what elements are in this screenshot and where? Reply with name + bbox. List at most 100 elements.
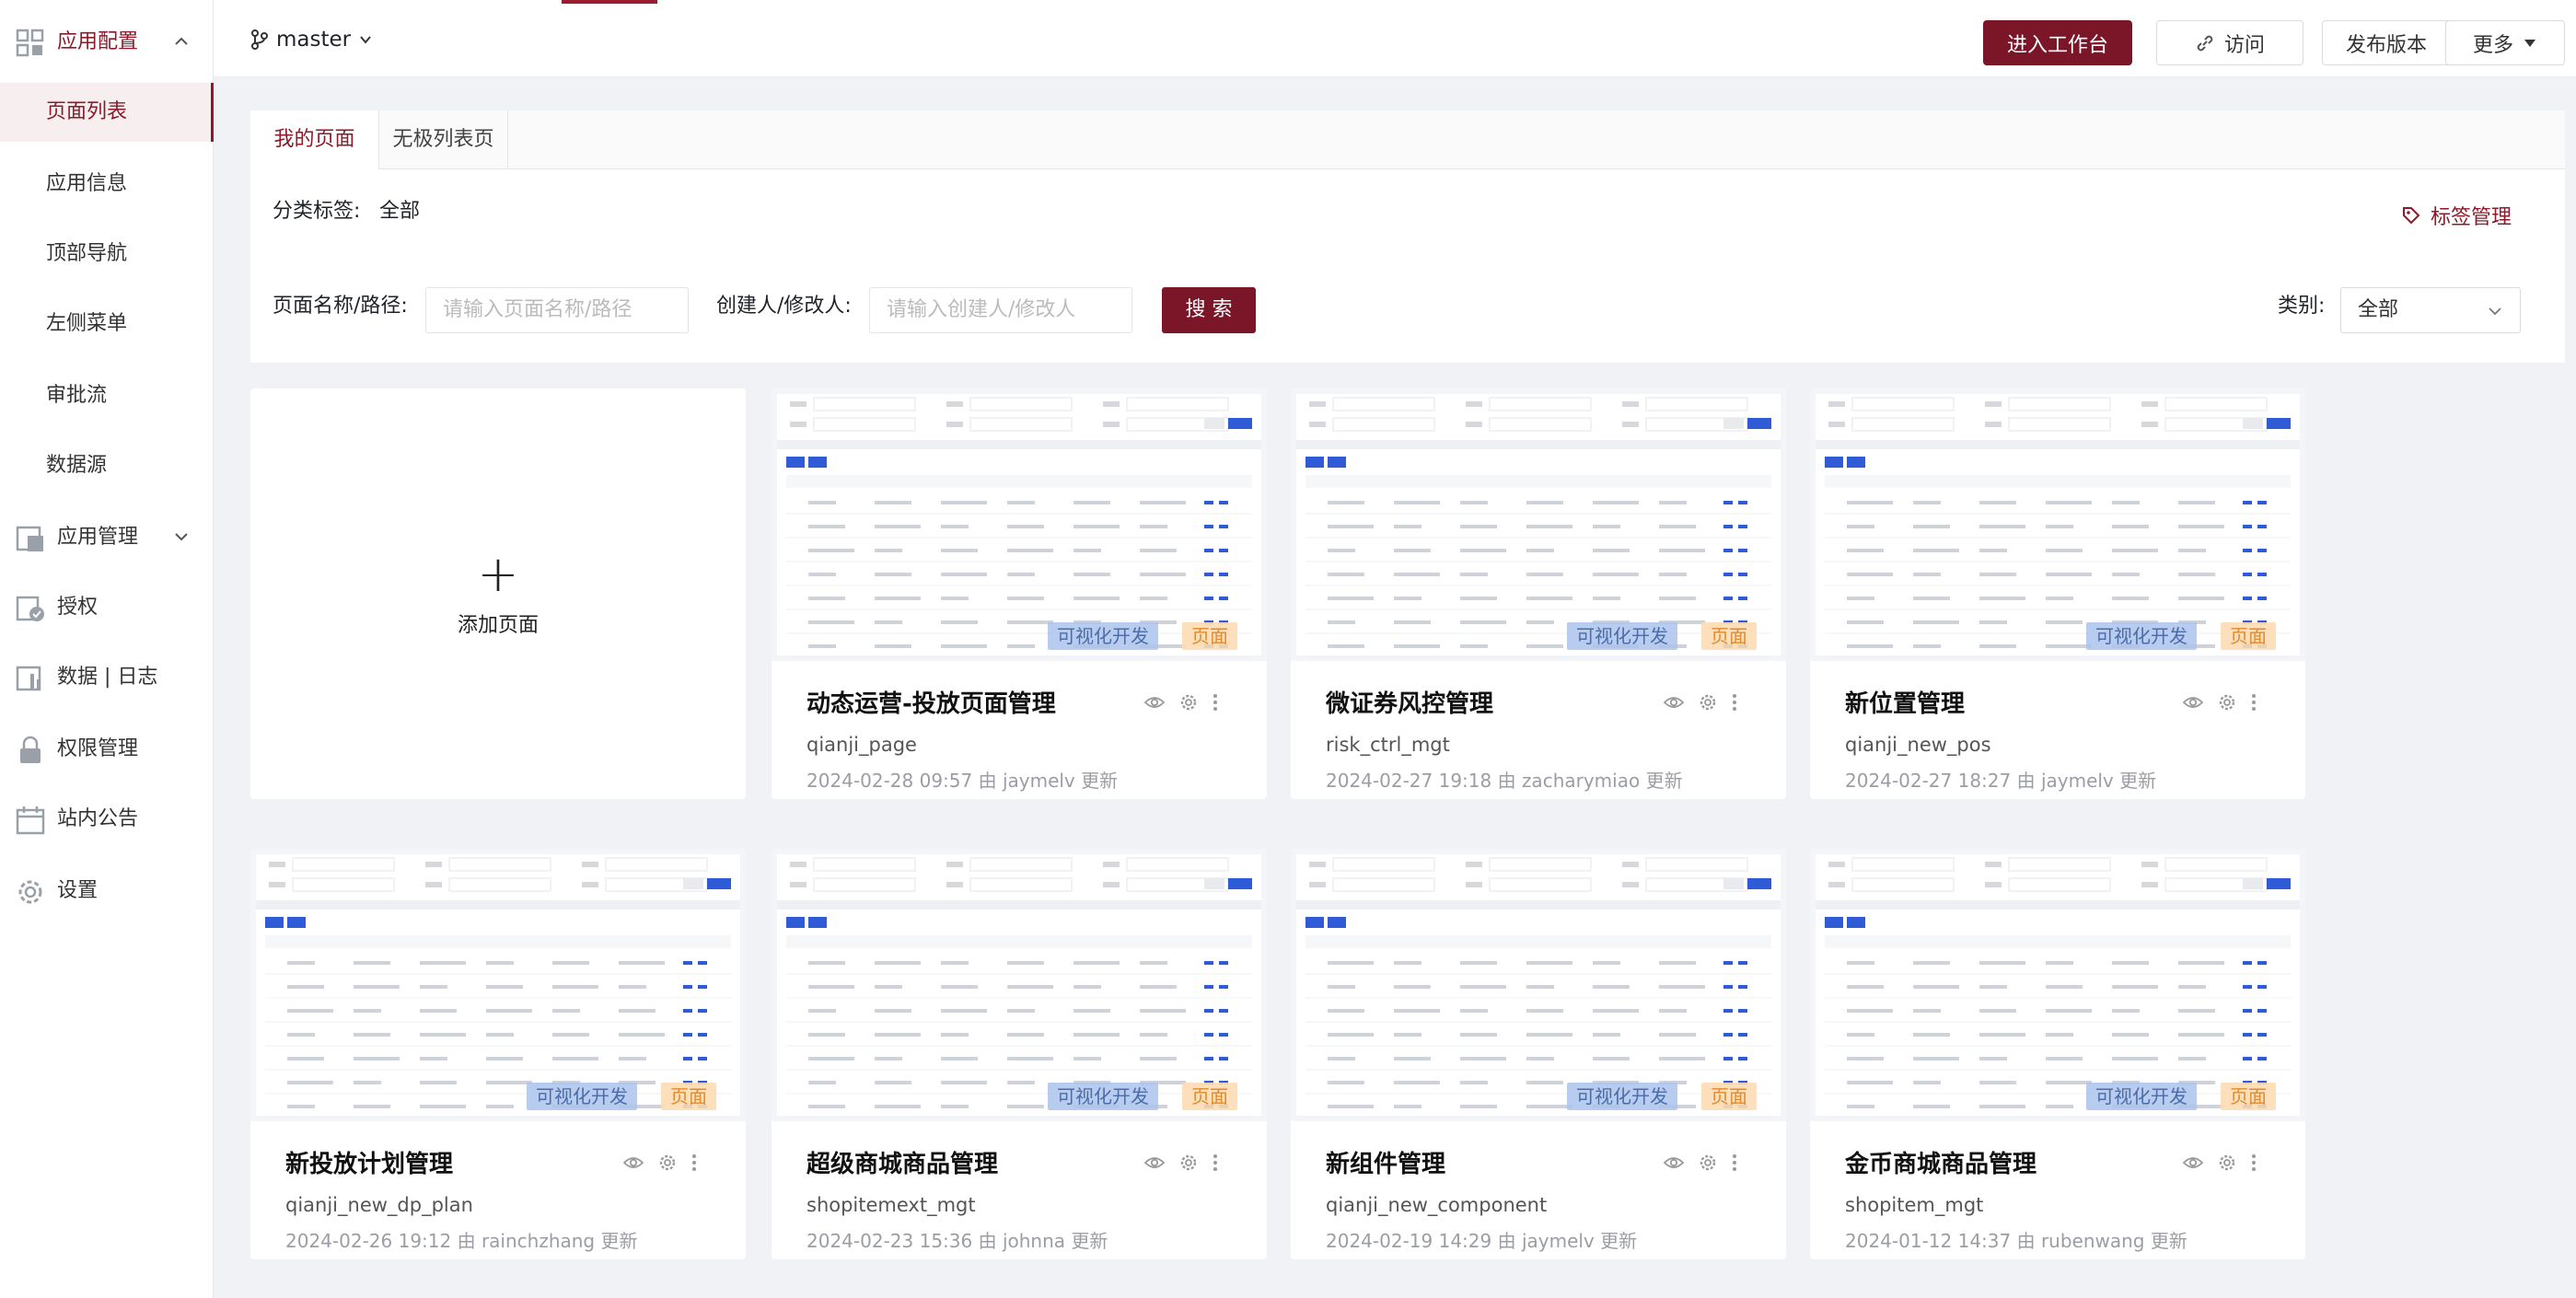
tab-infinite-list[interactable]: 无极列表页 bbox=[379, 110, 508, 169]
eye-icon[interactable] bbox=[622, 1153, 644, 1172]
sidebar-item-settings[interactable]: 设置 bbox=[0, 862, 214, 921]
page-card[interactable]: 可视化开发 页面 新组件管理 qianji_new_component 2024-02-… bbox=[1291, 849, 1786, 1259]
branch-name: master bbox=[276, 28, 352, 52]
more-label: 更多 bbox=[2472, 33, 2513, 57]
gear-icon[interactable] bbox=[657, 1153, 678, 1173]
sidebar-item-datasource[interactable]: 数据源 bbox=[0, 436, 214, 495]
tab-my-pages[interactable]: 我的页面 bbox=[250, 110, 379, 169]
branch-selector[interactable]: master bbox=[250, 26, 373, 53]
page-type-badge: 页面 bbox=[1182, 1083, 1237, 1110]
tag-manage-label: 标签管理 bbox=[2431, 206, 2512, 229]
page-type-badge: 页面 bbox=[2221, 622, 2276, 650]
more-vertical-icon[interactable] bbox=[1212, 1153, 1219, 1173]
gear-icon[interactable] bbox=[1698, 692, 1718, 713]
eye-icon[interactable] bbox=[1143, 693, 1166, 712]
eye-icon[interactable] bbox=[1663, 1153, 1685, 1172]
publish-button[interactable]: 发布版本 bbox=[2322, 20, 2451, 65]
category-label: 分类标签: bbox=[273, 200, 361, 223]
more-vertical-icon[interactable] bbox=[1731, 1153, 1738, 1173]
page-card[interactable]: 可视化开发 页面 动态运营-投放页面管理 qianji_page 2024-02-28 … bbox=[772, 388, 1267, 799]
chevron-down-icon bbox=[2489, 307, 2501, 316]
card-key: risk_ctrl_mgt bbox=[1326, 734, 1450, 756]
page-name-label: 页面名称/路径: bbox=[273, 295, 408, 318]
card-title: 微证券风控管理 bbox=[1326, 690, 1494, 718]
gear-icon[interactable] bbox=[2217, 692, 2237, 713]
card-meta: 2024-02-28 09:57 由 jaymelv 更新 bbox=[806, 770, 1119, 792]
sidebar-item-approval[interactable]: 审批流 bbox=[0, 366, 214, 425]
page-card[interactable]: 可视化开发 页面 金币商城商品管理 shopitem_mgt 2024-01-12 14… bbox=[1810, 849, 2305, 1259]
add-page-label: 添加页面 bbox=[457, 614, 539, 637]
page-card[interactable]: 可视化开发 页面 新投放计划管理 qianji_new_dp_plan 2024-02-… bbox=[250, 849, 746, 1259]
eye-icon[interactable] bbox=[1663, 693, 1685, 712]
sidebar-group-label: 应用配置 bbox=[57, 30, 139, 53]
card-key: qianji_new_component bbox=[1326, 1194, 1548, 1216]
card-meta: 2024-01-12 14:37 由 rubenwang 更新 bbox=[1845, 1230, 2187, 1252]
sidebar-item-permission[interactable]: 权限管理 bbox=[0, 720, 214, 779]
visual-dev-badge: 可视化开发 bbox=[2086, 1083, 2197, 1110]
calendar-icon bbox=[16, 806, 45, 835]
page-card[interactable]: 可视化开发 页面微证券风控管理 risk_ctrl_mgt 2024-02-27 19… bbox=[1291, 388, 1786, 799]
more-vertical-icon[interactable] bbox=[1731, 692, 1738, 713]
creator-input[interactable]: 请输入创建人/修改人 bbox=[869, 287, 1132, 333]
sidebar-item-label: 设置 bbox=[57, 879, 99, 902]
more-vertical-icon[interactable] bbox=[2250, 692, 2257, 713]
page-thumbnail: 可视化开发 页面 bbox=[1810, 849, 2305, 1121]
data-log-icon bbox=[16, 666, 41, 691]
gear-icon[interactable] bbox=[1178, 1153, 1199, 1173]
page-thumbnail: 可视化开发 页面 bbox=[1291, 388, 1786, 661]
type-select-value: 全部 bbox=[2358, 298, 2399, 321]
search-button[interactable]: 搜 索 bbox=[1162, 287, 1256, 333]
more-vertical-icon[interactable] bbox=[2250, 1153, 2257, 1173]
link-icon bbox=[2197, 35, 2213, 51]
gear-icon[interactable] bbox=[1178, 692, 1199, 713]
topbar-accent-line bbox=[562, 0, 657, 4]
card-actions bbox=[1663, 1153, 1738, 1173]
caret-down-icon bbox=[2524, 39, 2535, 47]
tag-icon bbox=[2403, 207, 2420, 225]
sidebar-group-app-config[interactable]: 应用配置 bbox=[0, 13, 214, 72]
sidebar-item-label: 授权 bbox=[57, 596, 99, 619]
sidebar-item-left-menu[interactable]: 左侧菜单 bbox=[0, 295, 214, 353]
page-thumbnail: 可视化开发 页面 bbox=[1810, 388, 2305, 661]
card-key: shopitemext_mgt bbox=[806, 1194, 976, 1216]
sidebar-group-label: 应用管理 bbox=[57, 526, 139, 549]
tag-manage-button[interactable]: 标签管理 bbox=[2401, 201, 2512, 230]
sidebar-item-data-log[interactable]: 数据 | 日志 bbox=[0, 648, 214, 707]
card-actions bbox=[1143, 692, 1219, 713]
category-value[interactable]: 全部 bbox=[379, 198, 420, 226]
filter-panel: 我的页面 无极列表页 分类标签: 全部 标签管理 页面名称/路径: 请输入页面名… bbox=[250, 110, 2565, 363]
page-card[interactable]: 可视化开发 页面 新位置管理 qianji_new_pos 2024-02-27 18:… bbox=[1810, 388, 2305, 799]
card-actions bbox=[622, 1153, 698, 1173]
sidebar-item-auth[interactable]: 授权 bbox=[0, 578, 214, 637]
sidebar-group-app-manage[interactable]: 应用管理 bbox=[0, 508, 214, 567]
eye-icon[interactable] bbox=[1143, 1153, 1166, 1172]
more-vertical-icon[interactable] bbox=[1212, 692, 1219, 713]
visual-dev-badge: 可视化开发 bbox=[1048, 622, 1158, 650]
card-key: qianji_new_dp_plan bbox=[285, 1194, 473, 1216]
page-thumbnail: 可视化开发 页面 bbox=[772, 849, 1267, 1121]
creator-label: 创建人/修改人: bbox=[716, 295, 852, 318]
page-type-badge: 页面 bbox=[2221, 1083, 2276, 1110]
add-page-card[interactable]: + 添加页面 bbox=[250, 388, 746, 799]
page-name-input[interactable]: 请输入页面名称/路径 bbox=[425, 287, 689, 333]
workbench-button[interactable]: 进入工作台 bbox=[1983, 20, 2132, 65]
card-meta: 2024-02-27 19:18 由 zacharymiao 更新 bbox=[1326, 770, 1683, 792]
page-card[interactable]: 可视化开发 页面 超级商城商品管理 shopitemext_mgt 2024-02-23… bbox=[772, 849, 1267, 1259]
more-button[interactable]: 更多 bbox=[2445, 20, 2565, 65]
page-thumbnail: 可视化开发 页面 bbox=[772, 388, 1267, 661]
card-title: 超级商城商品管理 bbox=[806, 1151, 999, 1178]
visit-button[interactable]: 访问 bbox=[2156, 20, 2303, 65]
sidebar-item-page-list[interactable]: 页面列表 bbox=[0, 83, 214, 142]
gear-icon[interactable] bbox=[1698, 1153, 1718, 1173]
more-vertical-icon[interactable] bbox=[690, 1153, 698, 1173]
type-select[interactable]: 全部 bbox=[2340, 287, 2521, 333]
visual-dev-badge: 可视化开发 bbox=[2086, 622, 2197, 650]
sidebar-item-announce[interactable]: 站内公告 bbox=[0, 790, 214, 849]
sidebar-item-top-nav[interactable]: 顶部导航 bbox=[0, 225, 214, 284]
gear-icon[interactable] bbox=[2217, 1153, 2237, 1173]
card-key: qianji_new_pos bbox=[1845, 734, 1991, 756]
sidebar-item-app-info[interactable]: 应用信息 bbox=[0, 155, 214, 214]
eye-icon[interactable] bbox=[2182, 1153, 2204, 1172]
card-title: 新位置管理 bbox=[1845, 690, 1966, 718]
eye-icon[interactable] bbox=[2182, 693, 2204, 712]
